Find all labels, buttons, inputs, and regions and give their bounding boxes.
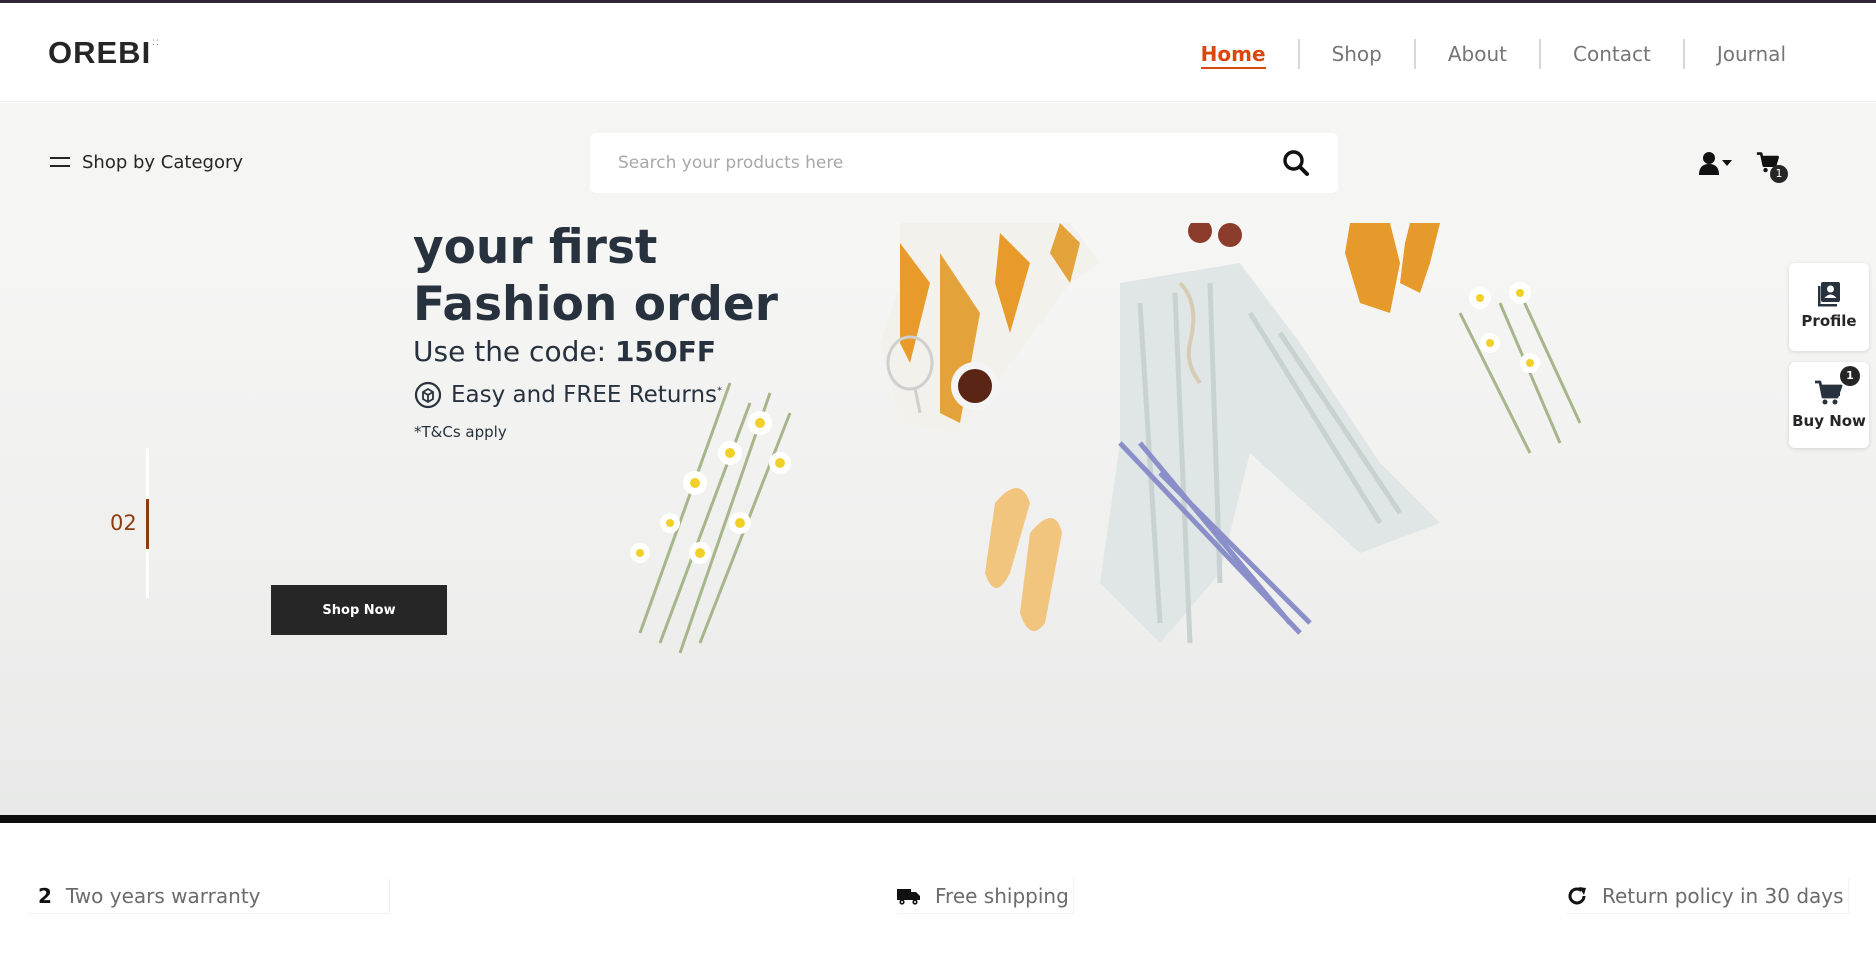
promo-code: 15OFF	[614, 335, 716, 368]
warranty-label: Two years warranty	[65, 883, 261, 908]
category-label: Shop by Category	[82, 152, 244, 173]
buy-now-label: Buy Now	[1792, 412, 1866, 430]
shop-by-category-button[interactable]: Shop by Category	[50, 152, 243, 173]
cart-icon	[1815, 380, 1843, 405]
user-dropdown-icon[interactable]	[1698, 151, 1734, 177]
search-input[interactable]	[590, 133, 1230, 193]
hero-title-line2: Fashion order	[413, 277, 778, 332]
shop-now-button[interactable]: Shop Now	[271, 585, 447, 635]
nav-contact[interactable]: Contact	[1541, 39, 1685, 69]
sunglasses	[1188, 223, 1242, 247]
promo-code-line: Use the code: 15OFF	[413, 335, 716, 368]
logo-mark: ::	[152, 37, 160, 48]
hero-title: your first Fashion order	[413, 223, 778, 333]
menu-icon	[50, 156, 70, 170]
slider-active-indicator	[146, 499, 149, 549]
orange-shoes	[1345, 223, 1440, 313]
search-bar	[590, 133, 1338, 193]
profile-label: Profile	[1801, 312, 1857, 330]
hero-bottom-border	[0, 815, 1876, 823]
returns-text: Easy and FREE Returns	[451, 382, 718, 408]
profile-icon	[1818, 282, 1840, 307]
warranty-number-icon: 2	[38, 883, 52, 908]
daisies-left	[630, 382, 792, 654]
returns-policy-label: Return policy in 30 days	[1602, 883, 1844, 908]
search-icon[interactable]	[1282, 149, 1310, 177]
hero-title-line1: your first	[413, 223, 658, 275]
features-bar: 2 Two years warranty Free shipping Retur…	[0, 823, 1876, 958]
feature-returns: Return policy in 30 days	[1566, 878, 1849, 914]
slide-number: 02	[110, 511, 137, 535]
search-band: Shop by Category 1	[0, 103, 1876, 223]
returns-mark: *	[717, 385, 723, 397]
promo-code-prefix: Use the code:	[413, 335, 607, 368]
cart-count-badge: 1	[1770, 165, 1788, 183]
hero-banner: your first Fashion order Use the code: 1…	[0, 223, 1876, 815]
main-nav: Home Shop About Contact Journal	[1169, 39, 1786, 69]
logo[interactable]: OREBI::	[48, 35, 160, 71]
profile-side-button[interactable]: Profile	[1789, 263, 1869, 351]
buy-count-badge: 1	[1840, 366, 1860, 386]
free-returns-line: Easy and FREE Returns*	[413, 380, 722, 410]
truck-icon	[897, 888, 920, 905]
shipping-label: Free shipping	[935, 883, 1069, 908]
terms-note: *T&Cs apply	[414, 423, 507, 441]
nav-shop[interactable]: Shop	[1300, 39, 1416, 69]
nav-about[interactable]: About	[1416, 39, 1542, 69]
daisies-right	[1458, 282, 1582, 454]
returns-box-icon	[414, 381, 442, 409]
beige-shoes	[985, 488, 1062, 631]
site-header: OREBI:: Home Shop About Contact Journal	[0, 3, 1876, 102]
nav-home[interactable]: Home	[1169, 39, 1300, 69]
return-arrow-icon	[1568, 886, 1586, 904]
feature-warranty: 2 Two years warranty	[28, 878, 390, 914]
buy-now-side-button[interactable]: Buy Now 1	[1789, 362, 1869, 448]
cart-button[interactable]: 1	[1756, 151, 1788, 183]
nav-journal[interactable]: Journal	[1685, 39, 1786, 69]
feature-shipping: Free shipping	[897, 878, 1074, 914]
